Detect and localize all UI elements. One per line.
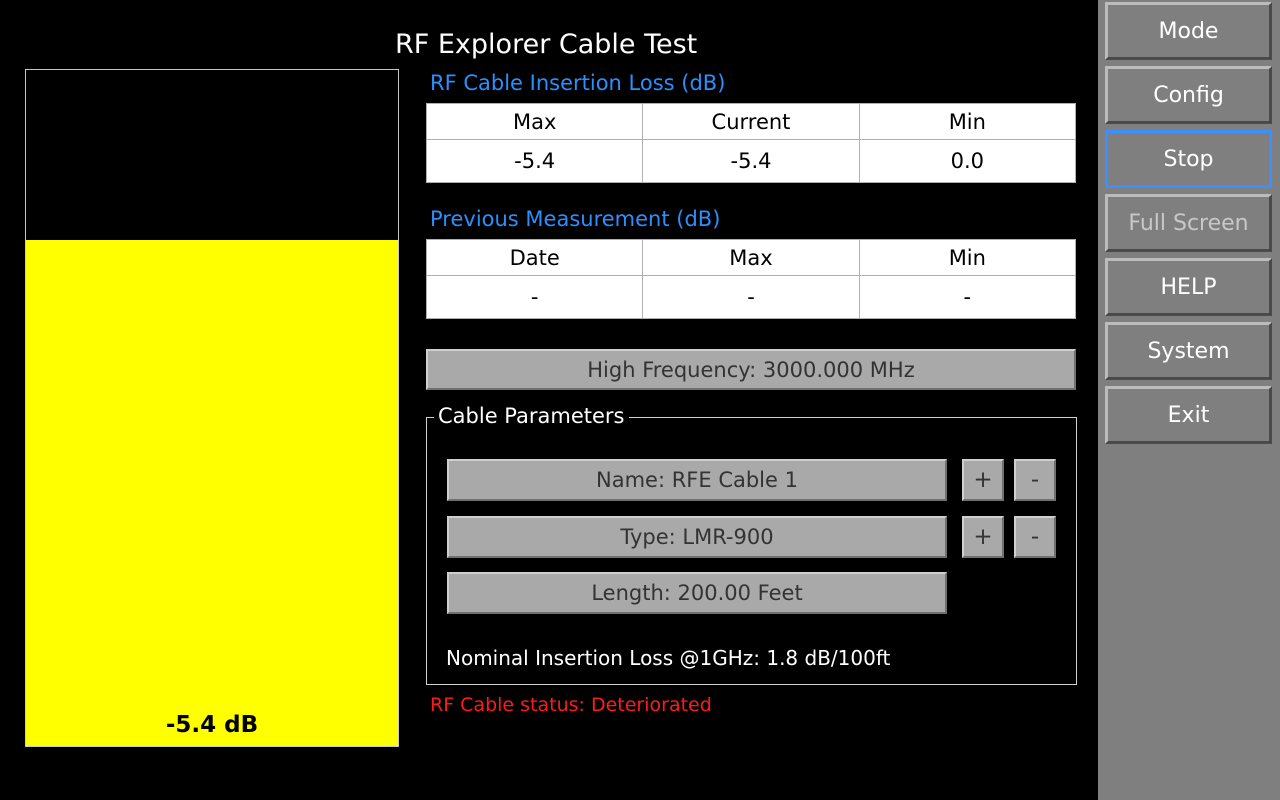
cable-type-field[interactable]: Type: LMR-900 [447,516,947,558]
value-max: -5.4 [425,139,644,183]
cable-parameters-group: Cable Parameters Name: RFE Cable 1 + - T… [426,404,1077,685]
loss-meter: -5.4 dB [25,69,399,747]
nominal-insertion-loss: Nominal Insertion Loss @1GHz: 1.8 dB/100… [446,646,891,670]
exit-button[interactable]: Exit [1105,386,1272,444]
value-current: -5.4 [642,139,860,183]
value-min: 0.0 [858,139,1077,183]
config-button[interactable]: Config [1105,66,1272,124]
system-button[interactable]: System [1105,322,1272,380]
app-title: RF Explorer Cable Test [395,29,698,60]
cable-type-minus-button[interactable]: - [1014,516,1056,558]
cable-name-minus-button[interactable]: - [1014,459,1056,501]
cable-type-plus-button[interactable]: + [962,516,1004,558]
high-frequency-button[interactable]: High Frequency: 3000.000 MHz [426,349,1076,390]
meter-fill [26,240,398,746]
help-button[interactable]: HELP [1105,258,1272,316]
value-date: - [425,275,644,319]
header-min: Min [858,239,1077,276]
mode-button[interactable]: Mode [1105,2,1272,60]
header-max: Max [642,239,860,276]
sidebar: Mode Config Stop Full Screen HELP System… [1098,0,1280,800]
previous-measurement-title: Previous Measurement (dB) [430,207,721,231]
cable-status-text: RF Cable status: Deteriorated [430,694,712,716]
full-screen-button[interactable]: Full Screen [1105,194,1272,252]
insertion-loss-table: Max Current Min -5.4 -5.4 0.0 [425,103,1077,183]
header-current: Current [642,103,860,140]
cable-name-field[interactable]: Name: RFE Cable 1 [447,459,947,501]
previous-measurement-table: Date Max Min - - - [425,239,1077,319]
cable-length-field[interactable]: Length: 200.00 Feet [447,572,947,614]
value-max: - [642,275,860,319]
header-min: Min [858,103,1077,140]
header-max: Max [425,103,644,140]
value-min: - [858,275,1077,319]
cable-name-plus-button[interactable]: + [962,459,1004,501]
meter-value-label: -5.4 dB [165,712,259,738]
stop-button[interactable]: Stop [1105,130,1272,188]
header-date: Date [425,239,644,276]
insertion-loss-title: RF Cable Insertion Loss (dB) [430,71,726,95]
cable-parameters-legend: Cable Parameters [434,404,629,428]
